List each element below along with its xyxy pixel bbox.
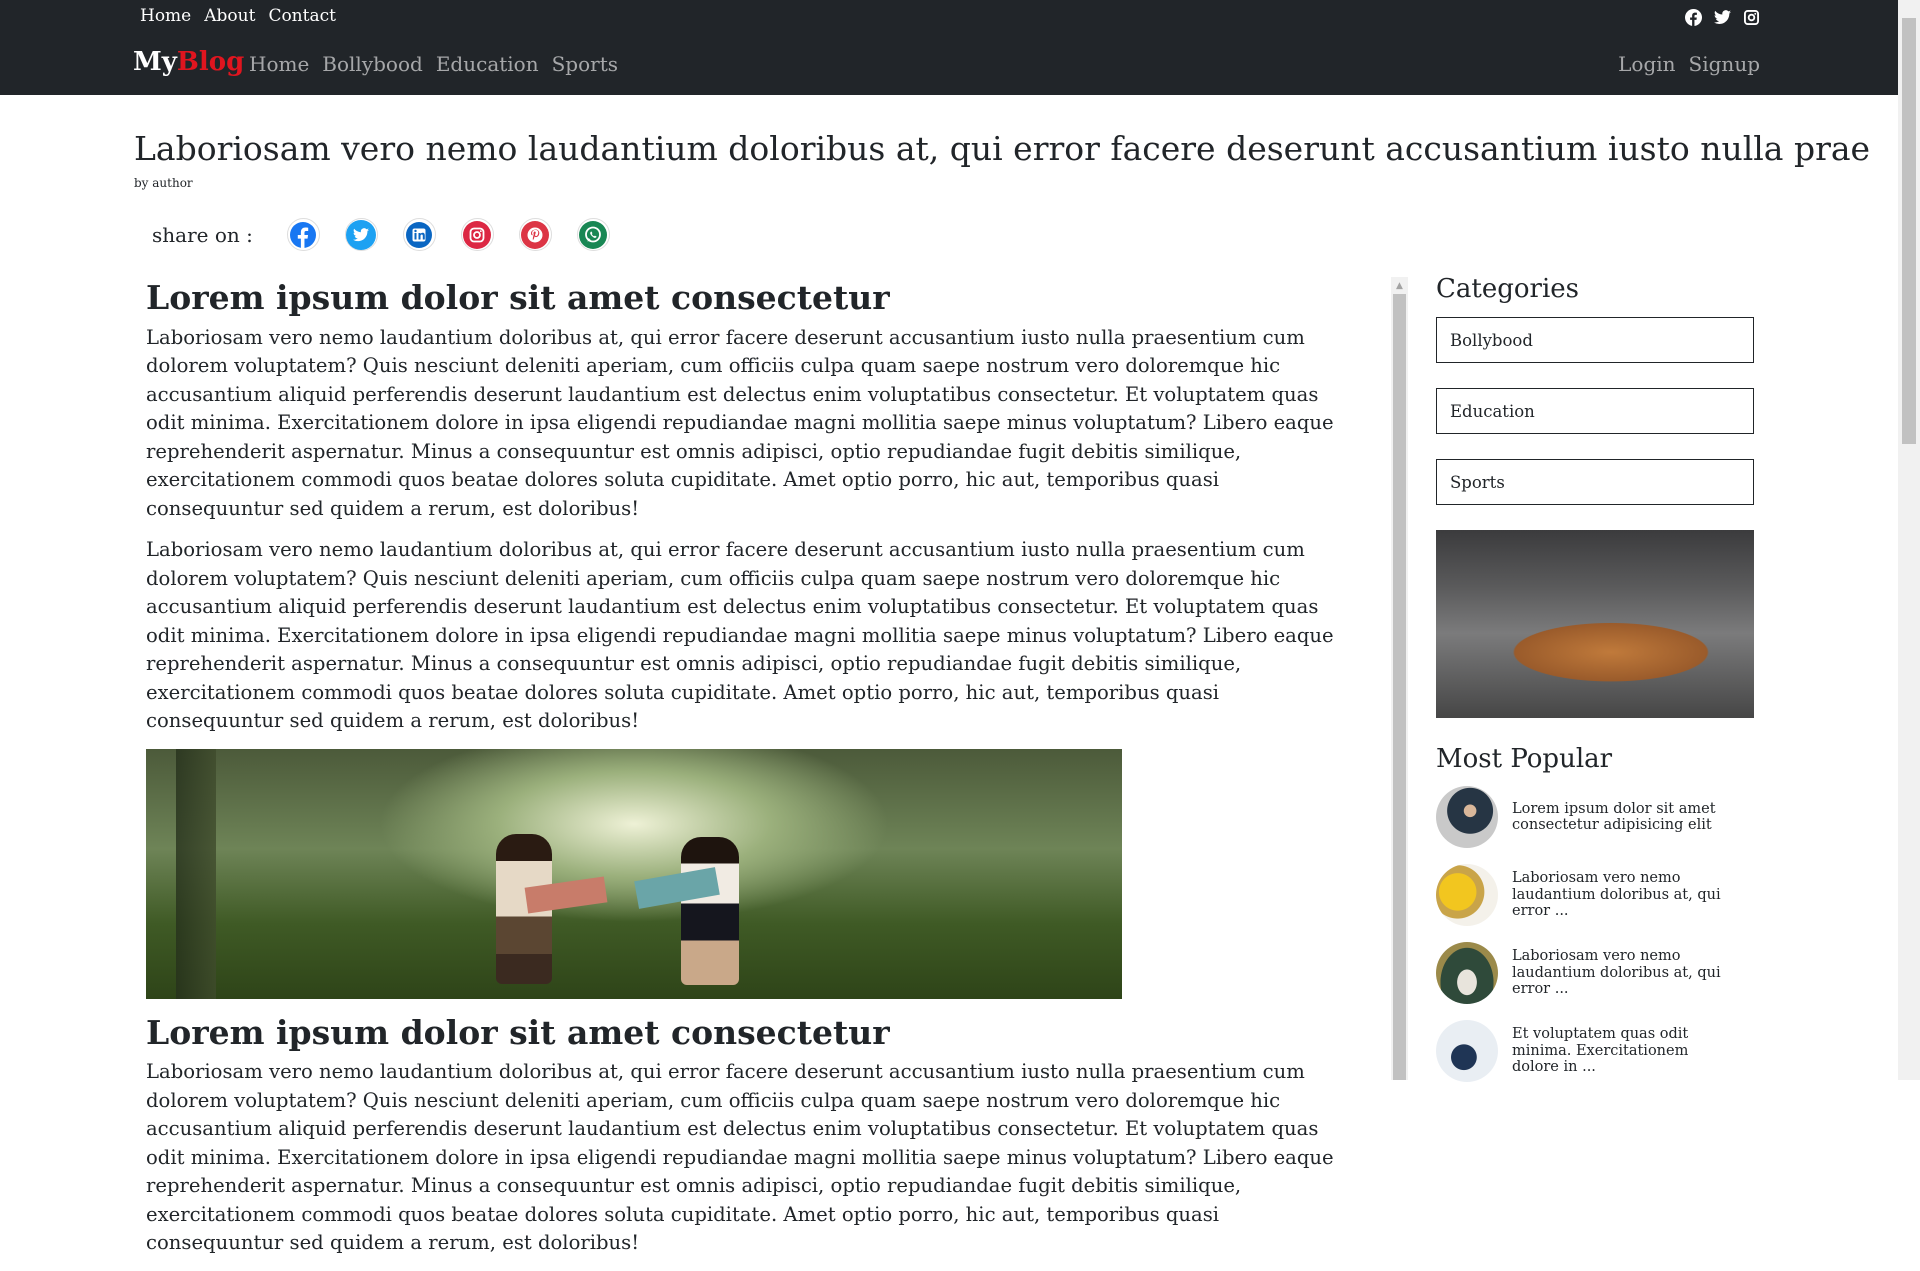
popular-item-text: Laboriosam vero nemo laudantium doloribu… — [1512, 870, 1721, 920]
most-popular-heading: Most Popular — [1436, 744, 1613, 774]
top-link-contact[interactable]: Contact — [268, 6, 336, 26]
popular-thumbnail — [1436, 1020, 1498, 1082]
share-bar: share on : — [152, 218, 610, 251]
popular-item-text: Lorem ipsum dolor sit amet consectetur a… — [1512, 800, 1716, 834]
share-instagram-icon[interactable] — [460, 218, 494, 251]
sidebar: Categories Bollybood Education Sports Mo… — [1436, 274, 1754, 1082]
page-scrollbar-thumb[interactable] — [1902, 18, 1916, 444]
popular-item-text: Et voluptatem quas odit minima. Exercita… — [1512, 1026, 1689, 1076]
nav-home[interactable]: Home — [249, 52, 309, 76]
popular-item[interactable]: Lorem ipsum dolor sit amet consectetur a… — [1436, 786, 1754, 848]
nav-education[interactable]: Education — [436, 52, 539, 76]
navbar: Home About Contact MyBlog Home Bollybood… — [0, 0, 1898, 95]
top-social-links — [1685, 9, 1760, 26]
popular-thumbnail — [1436, 942, 1498, 1004]
share-pinterest-icon[interactable] — [518, 218, 552, 251]
article-image-children-reading — [146, 748, 1122, 999]
article-heading: Lorem ipsum dolor sit amet consectetur — [146, 278, 890, 317]
top-link-home[interactable]: Home — [140, 6, 191, 26]
popular-item[interactable]: Et voluptatem quas odit minima. Exercita… — [1436, 1020, 1754, 1082]
article-scrollbar[interactable]: ▲ — [1391, 277, 1408, 1080]
article-paragraph: Laboriosam vero nemo laudantium doloribu… — [146, 1060, 1334, 1255]
sidebar-image-cafe-table — [1436, 530, 1754, 718]
auth-nav: Login Signup — [1618, 52, 1760, 76]
post-author: by author — [134, 176, 193, 190]
facebook-icon[interactable] — [1685, 9, 1702, 26]
brand-text-my: My — [133, 47, 177, 77]
categories-heading: Categories — [1436, 274, 1579, 304]
instagram-icon[interactable] — [1743, 9, 1760, 26]
twitter-icon[interactable] — [1714, 9, 1731, 26]
article-paragraph: Laboriosam vero nemo laudantium doloribu… — [146, 538, 1334, 733]
scroll-up-arrow-icon[interactable]: ▲ — [1391, 277, 1408, 294]
popular-item[interactable]: Laboriosam vero nemo laudantium doloribu… — [1436, 942, 1754, 1004]
popular-thumbnail — [1436, 864, 1498, 926]
image-child-girl — [681, 836, 739, 985]
category-bollybood[interactable]: Bollybood — [1436, 317, 1754, 363]
category-sports[interactable]: Sports — [1436, 459, 1754, 505]
article-body: Lorem ipsum dolor sit amet consectetur L… — [146, 278, 1336, 1271]
image-tree-trunk — [176, 748, 216, 999]
categories-list: Bollybood Education Sports — [1436, 317, 1754, 505]
article-heading: Lorem ipsum dolor sit amet consectetur — [146, 1012, 890, 1052]
share-icons — [286, 218, 610, 251]
nav-bollybood[interactable]: Bollybood — [322, 52, 423, 76]
top-links: Home About Contact — [140, 6, 336, 26]
popular-item[interactable]: Laboriosam vero nemo laudantium doloribu… — [1436, 864, 1754, 926]
login-link[interactable]: Login — [1618, 52, 1675, 76]
category-education[interactable]: Education — [1436, 388, 1754, 434]
popular-list: Lorem ipsum dolor sit amet consectetur a… — [1436, 786, 1754, 1082]
post-title: Laboriosam vero nemo laudantium doloribu… — [134, 129, 1871, 168]
main-nav: Home Bollybood Education Sports — [249, 52, 618, 76]
brand-logo[interactable]: MyBlog — [133, 47, 244, 77]
share-facebook-icon[interactable] — [286, 218, 320, 251]
page-scrollbar[interactable] — [1898, 0, 1920, 1080]
share-whatsapp-icon[interactable] — [576, 218, 610, 251]
nav-sports[interactable]: Sports — [552, 52, 618, 76]
share-twitter-icon[interactable] — [344, 218, 378, 251]
share-label: share on : — [152, 222, 253, 247]
popular-thumbnail — [1436, 786, 1498, 848]
scrollbar-thumb[interactable] — [1393, 294, 1406, 1080]
article-paragraph: Laboriosam vero nemo laudantium doloribu… — [146, 325, 1334, 520]
share-linkedin-icon[interactable] — [402, 218, 436, 251]
signup-link[interactable]: Signup — [1689, 52, 1760, 76]
brand-text-blog: Blog — [176, 47, 245, 77]
popular-item-text: Laboriosam vero nemo laudantium doloribu… — [1512, 948, 1721, 998]
top-link-about[interactable]: About — [204, 6, 255, 26]
